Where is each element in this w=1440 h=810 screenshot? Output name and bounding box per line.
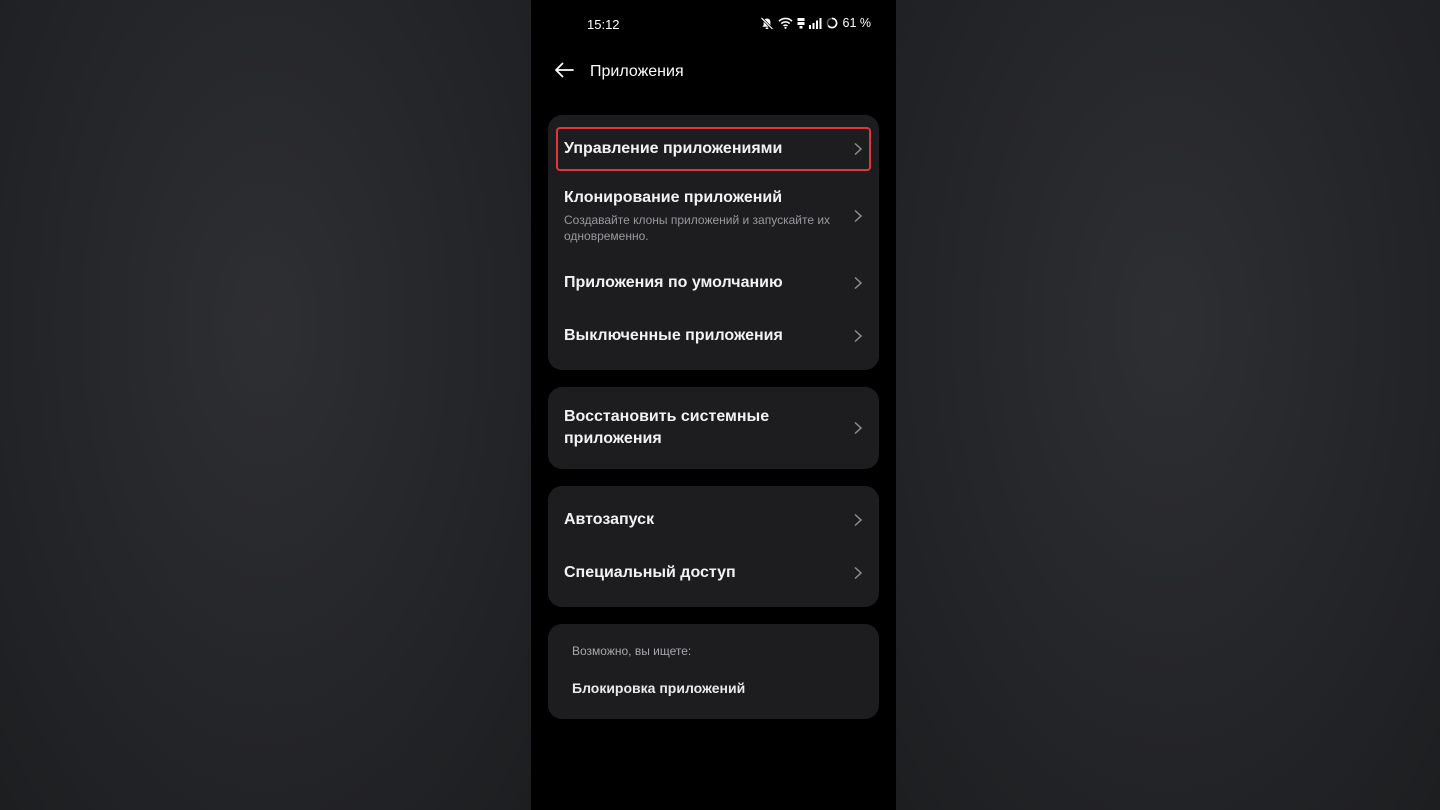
chevron-right-icon	[854, 421, 863, 435]
suggestions-label: Возможно, вы ищете:	[572, 644, 692, 658]
arrow-left-icon	[554, 62, 574, 83]
item-title: Специальный доступ	[564, 564, 736, 581]
item-title-line2: приложения	[564, 430, 662, 447]
settings-group-1: Управление приложениями Клонирование при…	[548, 115, 879, 370]
chevron-right-icon	[854, 566, 863, 580]
phone-screen: 15:12 61 % Приложения Управление приложе…	[531, 0, 896, 810]
settings-group-3: Автозапуск Специальный доступ	[548, 486, 879, 607]
settings-group-2: Восстановить системные приложения	[548, 387, 879, 469]
mute-bell-icon	[760, 16, 774, 30]
status-bar: 15:12 61 %	[531, 0, 896, 48]
item-title: Приложения по умолчанию	[564, 274, 783, 291]
item-subtitle: Создавайте клоны приложений и запускайте…	[564, 213, 831, 243]
list-item-special-access[interactable]: Специальный доступ	[548, 551, 879, 595]
background-right	[896, 0, 1440, 810]
list-item-autostart[interactable]: Автозапуск	[548, 498, 879, 542]
battery-ring-icon	[826, 17, 838, 29]
chevron-right-icon	[854, 329, 863, 343]
list-item-disabled-apps[interactable]: Выключенные приложения	[548, 314, 879, 358]
chevron-right-icon	[854, 209, 863, 223]
background-left	[0, 0, 531, 810]
list-item-app-cloning[interactable]: Клонирование приложений Создавайте клоны…	[548, 185, 879, 249]
back-button[interactable]	[551, 60, 577, 84]
item-title: Управление приложениями	[564, 140, 783, 157]
list-item-default-apps[interactable]: Приложения по умолчанию	[548, 261, 879, 305]
chevron-right-icon	[854, 142, 863, 156]
battery-percent: 61 %	[842, 16, 872, 30]
status-time: 15:12	[587, 17, 620, 32]
network-type-icon	[797, 17, 805, 29]
item-title: Автозапуск	[564, 511, 655, 528]
item-title: Клонирование приложений	[564, 189, 783, 206]
signal-icon	[808, 17, 822, 29]
item-title: Выключенные приложения	[564, 327, 783, 344]
list-item-app-management[interactable]: Управление приложениями	[548, 127, 879, 171]
list-item-restore-system-apps[interactable]: Восстановить системные приложения	[548, 387, 879, 469]
header: Приложения	[531, 52, 896, 92]
suggestions-card: Возможно, вы ищете: Блокировка приложени…	[548, 624, 879, 719]
page-title: Приложения	[590, 63, 684, 80]
item-title-line1: Восстановить системные	[564, 408, 770, 425]
status-icons: 61 %	[760, 16, 872, 30]
suggestion-link-app-lock[interactable]: Блокировка приложений	[572, 680, 745, 696]
chevron-right-icon	[854, 513, 863, 527]
wifi-icon	[777, 17, 793, 29]
chevron-right-icon	[854, 276, 863, 290]
